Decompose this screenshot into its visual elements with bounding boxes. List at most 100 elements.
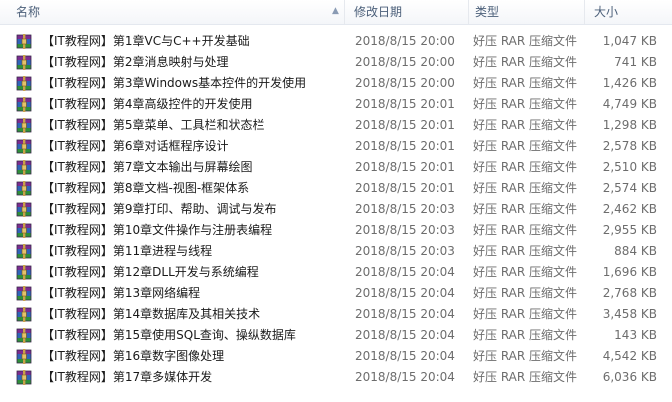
file-name: 【IT教程网】第1章VC与C++开发基础 [42,34,250,48]
file-size: 2,578 KB [602,139,657,153]
winrar-archive-icon [16,160,32,175]
column-header-type-label: 类型 [475,5,500,19]
file-name: 【IT教程网】第12章DLL开发与系统编程 [42,265,259,279]
file-type: 好压 RAR 压缩文件 [473,97,578,111]
file-size: 2,462 KB [602,202,657,216]
winrar-archive-icon [16,265,32,280]
file-name: 【IT教程网】第8章文档-视图-框架体系 [42,181,250,195]
column-header-size[interactable]: 大小 [584,0,672,24]
file-name: 【IT教程网】第4章高级控件的开发使用 [42,97,253,111]
file-row[interactable]: 【IT教程网】第14章数据库及其相关技术 2018/8/15 20:04 好压 … [0,304,672,325]
file-row[interactable]: 【IT教程网】第11章进程与线程 2018/8/15 20:03 好压 RAR … [0,241,672,262]
column-header-name[interactable]: 名称 [8,0,344,24]
winrar-archive-icon [16,139,32,154]
file-row[interactable]: 【IT教程网】第10章文件操作与注册表编程 2018/8/15 20:03 好压… [0,220,672,241]
file-date: 2018/8/15 20:01 [355,181,455,195]
file-row[interactable]: 【IT教程网】第9章打印、帮助、调试与发布 2018/8/15 20:03 好压… [0,199,672,220]
file-row[interactable]: 【IT教程网】第4章高级控件的开发使用 2018/8/15 20:01 好压 R… [0,94,672,115]
file-size: 4,749 KB [602,97,657,111]
winrar-archive-icon [16,118,32,133]
winrar-archive-icon [16,286,32,301]
file-type: 好压 RAR 压缩文件 [473,223,578,237]
file-date: 2018/8/15 20:00 [355,34,455,48]
column-header-date-label: 修改日期 [354,5,403,19]
file-name: 【IT教程网】第9章打印、帮助、调试与发布 [42,202,277,216]
file-row[interactable]: 【IT教程网】第16章数字图像处理 2018/8/15 20:04 好压 RAR… [0,346,672,367]
file-type: 好压 RAR 压缩文件 [473,370,578,384]
file-row[interactable]: 【IT教程网】第2章消息映射与处理 2018/8/15 20:00 好压 RAR… [0,52,672,73]
file-type: 好压 RAR 压缩文件 [473,160,578,174]
winrar-archive-icon [16,181,32,196]
sort-up-icon[interactable]: ▲ [332,6,339,16]
file-name: 【IT教程网】第11章进程与线程 [42,244,213,258]
file-date: 2018/8/15 20:04 [355,349,455,363]
file-size: 2,574 KB [602,181,657,195]
file-name: 【IT教程网】第5章菜单、工具栏和状态栏 [42,118,265,132]
file-name: 【IT教程网】第6章对话框程序设计 [42,139,229,153]
file-type: 好压 RAR 压缩文件 [473,286,578,300]
file-type: 好压 RAR 压缩文件 [473,181,578,195]
column-header-type[interactable]: 类型 [468,0,584,24]
file-row[interactable]: 【IT教程网】第8章文档-视图-框架体系 2018/8/15 20:01 好压 … [0,178,672,199]
file-date: 2018/8/15 20:01 [355,118,455,132]
file-name: 【IT教程网】第7章文本输出与屏幕绘图 [42,160,253,174]
file-size: 4,542 KB [602,349,657,363]
file-date: 2018/8/15 20:03 [355,202,455,216]
file-name: 【IT教程网】第14章数据库及其相关技术 [42,307,261,321]
column-header-size-label: 大小 [594,5,619,19]
file-date: 2018/8/15 20:03 [355,223,455,237]
file-date: 2018/8/15 20:04 [355,286,455,300]
file-name: 【IT教程网】第15章使用SQL查询、操纵数据库 [42,328,296,342]
winrar-archive-icon [16,349,32,364]
file-size: 1,298 KB [602,118,657,132]
file-row[interactable]: 【IT教程网】第13章网络编程 2018/8/15 20:04 好压 RAR 压… [0,283,672,304]
file-type: 好压 RAR 压缩文件 [473,265,578,279]
file-row[interactable]: 【IT教程网】第7章文本输出与屏幕绘图 2018/8/15 20:01 好压 R… [0,157,672,178]
file-row[interactable]: 【IT教程网】第5章菜单、工具栏和状态栏 2018/8/15 20:01 好压 … [0,115,672,136]
file-row[interactable]: 【IT教程网】第17章多媒体开发 2018/8/15 20:04 好压 RAR … [0,367,672,388]
file-name: 【IT教程网】第17章多媒体开发 [42,370,213,384]
file-row[interactable]: 【IT教程网】第6章对话框程序设计 2018/8/15 20:01 好压 RAR… [0,136,672,157]
winrar-archive-icon [16,370,32,385]
file-size: 2,510 KB [602,160,657,174]
file-type: 好压 RAR 压缩文件 [473,328,578,342]
file-size: 1,426 KB [602,76,657,90]
file-date: 2018/8/15 20:00 [355,76,455,90]
file-date: 2018/8/15 20:04 [355,328,455,342]
file-date: 2018/8/15 20:04 [355,265,455,279]
file-row[interactable]: 【IT教程网】第15章使用SQL查询、操纵数据库 2018/8/15 20:04… [0,325,672,346]
file-type: 好压 RAR 压缩文件 [473,34,578,48]
file-name: 【IT教程网】第10章文件操作与注册表编程 [42,223,273,237]
file-list: 【IT教程网】第1章VC与C++开发基础 2018/8/15 20:00 好压 … [0,31,672,388]
file-type: 好压 RAR 压缩文件 [473,139,578,153]
file-type: 好压 RAR 压缩文件 [473,244,578,258]
file-size: 884 KB [614,244,657,258]
file-row[interactable]: 【IT教程网】第3章Windows基本控件的开发使用 2018/8/15 20:… [0,73,672,94]
winrar-archive-icon [16,76,32,91]
file-type: 好压 RAR 压缩文件 [473,76,578,90]
column-header-name-label: 名称 [16,5,41,19]
file-size: 1,047 KB [602,34,657,48]
file-size: 1,696 KB [602,265,657,279]
winrar-archive-icon [16,34,32,49]
file-row[interactable]: 【IT教程网】第12章DLL开发与系统编程 2018/8/15 20:04 好压… [0,262,672,283]
file-name: 【IT教程网】第13章网络编程 [42,286,201,300]
file-row[interactable]: 【IT教程网】第1章VC与C++开发基础 2018/8/15 20:00 好压 … [0,31,672,52]
file-type: 好压 RAR 压缩文件 [473,307,578,321]
file-type: 好压 RAR 压缩文件 [473,55,578,69]
file-date: 2018/8/15 20:04 [355,307,455,321]
winrar-archive-icon [16,202,32,217]
file-date: 2018/8/15 20:01 [355,139,455,153]
file-size: 741 KB [614,55,657,69]
column-header-bar: 名称 ▲ 修改日期 类型 大小 [0,0,672,25]
column-header-date[interactable]: 修改日期 [344,0,468,24]
file-date: 2018/8/15 20:01 [355,160,455,174]
file-type: 好压 RAR 压缩文件 [473,118,578,132]
file-name: 【IT教程网】第3章Windows基本控件的开发使用 [42,76,307,90]
file-date: 2018/8/15 20:01 [355,97,455,111]
winrar-archive-icon [16,223,32,238]
winrar-archive-icon [16,307,32,322]
winrar-archive-icon [16,55,32,70]
file-size: 6,036 KB [602,370,657,384]
file-size: 3,458 KB [602,307,657,321]
